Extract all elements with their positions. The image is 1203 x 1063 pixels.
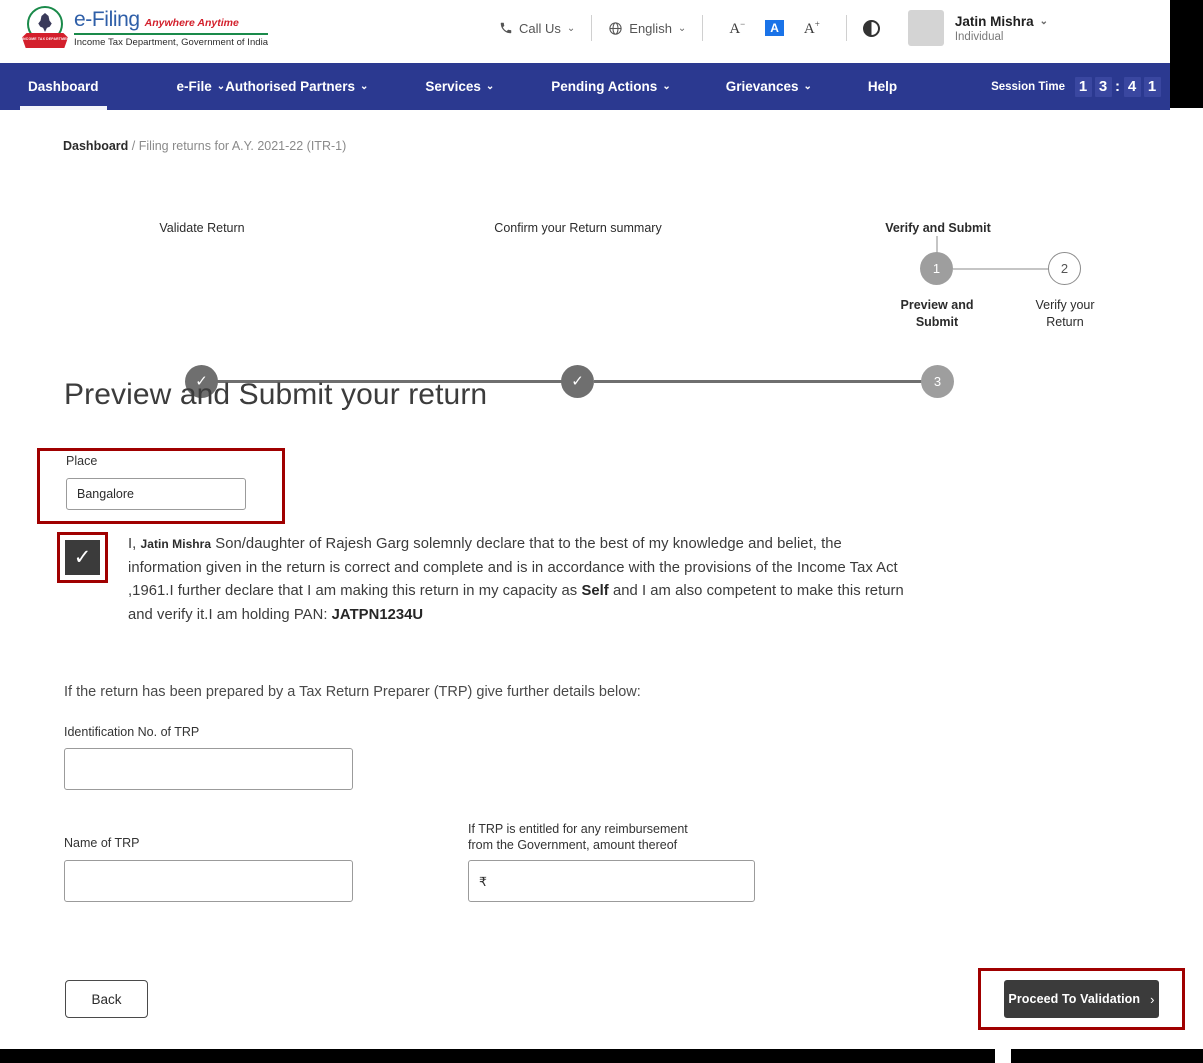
stepper-label-validate-return: Validate Return — [102, 220, 302, 237]
brand-title: e-Filing — [74, 8, 140, 32]
stepper-label-preview-submit: Preview and Submit — [867, 297, 1007, 331]
check-icon: ✓ — [74, 547, 92, 568]
font-size-controls: A− A A+ — [719, 19, 830, 38]
header-divider — [846, 15, 847, 41]
brand-text: e-Filing Anywhere Anytime Income Tax Dep… — [74, 8, 268, 48]
header-divider — [702, 15, 703, 41]
chevron-down-icon: ⌄ — [1040, 16, 1048, 27]
stepper-number: 3 — [934, 374, 941, 389]
stepper-label-verify-submit: Verify and Submit — [838, 220, 1038, 237]
stepper-circle-confirm-summary[interactable]: ✓ — [561, 365, 594, 398]
declaration-text: I, Jatin Mishra Son/daughter of Rajesh G… — [128, 533, 918, 627]
stepper-circle-verify-submit[interactable]: 3 — [921, 365, 954, 398]
stepper-connector — [594, 380, 922, 383]
declaration-checkbox[interactable]: ✓ — [65, 540, 100, 575]
brand-tagline: Anywhere Anytime — [145, 17, 239, 29]
language-menu[interactable]: English ⌄ — [608, 21, 686, 36]
chevron-right-icon: › — [1150, 992, 1154, 1007]
session-timer-label: Session Time — [991, 81, 1065, 93]
trp-name-input[interactable] — [64, 860, 353, 902]
chevron-down-icon: ⌄ — [486, 81, 494, 92]
stepper-circle-verify-return[interactable]: 2 — [1048, 252, 1081, 285]
breadcrumb: Dashboard / Filing returns for A.Y. 2021… — [63, 139, 346, 153]
chevron-down-icon: ⌄ — [662, 81, 670, 92]
font-decrease-button[interactable]: A− — [729, 19, 745, 38]
font-increase-button[interactable]: A+ — [804, 19, 820, 38]
header-utilities: Call Us ⌄ English ⌄ A− A A+ — [499, 10, 1048, 46]
chevron-down-icon: ⌄ — [567, 23, 575, 34]
chevron-down-icon: ⌄ — [217, 81, 225, 92]
call-us-label: Call Us — [519, 21, 561, 36]
main-navigation: Dashboard e-File⌄ Authorised Partners⌄ S… — [0, 63, 1170, 110]
check-icon: ✓ — [571, 374, 584, 389]
trp-reimbursement-label: If TRP is entitled for any reimbursement… — [468, 821, 758, 853]
page-title: Preview and Submit your return — [64, 378, 487, 412]
place-input[interactable] — [66, 478, 246, 510]
nav-item-pending-actions[interactable]: Pending Actions⌄ — [551, 63, 670, 110]
declarant-name: Jatin Mishra — [141, 537, 212, 551]
stepper-label-verify-return: Verify your Return — [995, 297, 1135, 331]
page-root: INCOME TAX DEPARTMENT e-Filing Anywhere … — [0, 0, 1170, 1063]
declaration-capacity: Self — [581, 583, 608, 599]
india-emblem-icon: INCOME TAX DEPARTMENT — [22, 5, 68, 51]
trp-id-input[interactable] — [64, 748, 353, 790]
nav-item-authorised-partners[interactable]: Authorised Partners⌄ — [225, 63, 368, 110]
chevron-down-icon: ⌄ — [360, 81, 368, 92]
stepper-circle-preview-submit[interactable]: 1 — [920, 252, 953, 285]
nav-item-dashboard[interactable]: Dashboard — [28, 63, 99, 110]
call-us-menu[interactable]: Call Us ⌄ — [499, 21, 575, 36]
session-digit: 4 — [1124, 77, 1141, 97]
stepper-number: 2 — [1061, 261, 1068, 276]
font-normal-button[interactable]: A — [765, 20, 784, 36]
declaration-prefix: I, — [128, 536, 136, 552]
stepper-number: 1 — [933, 261, 940, 276]
screenshot-edge-right — [1170, 0, 1203, 108]
chevron-down-icon: ⌄ — [804, 81, 812, 92]
breadcrumb-separator: / — [132, 139, 135, 153]
proceed-to-validation-button[interactable]: Proceed To Validation › — [1004, 980, 1159, 1018]
user-name-wrap: Jatin Mishra ⌄ — [955, 14, 1048, 29]
back-button[interactable]: Back — [65, 980, 148, 1018]
contrast-toggle-button[interactable] — [863, 20, 880, 37]
nav-item-e-file[interactable]: e-File⌄ — [177, 63, 226, 110]
breadcrumb-root-link[interactable]: Dashboard — [63, 139, 128, 153]
brand-logo[interactable]: INCOME TAX DEPARTMENT e-Filing Anywhere … — [22, 5, 268, 51]
screenshot-edge-bottom-left — [0, 1049, 995, 1063]
trp-id-label: Identification No. of TRP — [64, 725, 199, 739]
contrast-icon — [863, 20, 880, 37]
breadcrumb-current: Filing returns for A.Y. 2021-22 (ITR-1) — [139, 139, 347, 153]
screenshot-edge-bottom-right — [1011, 1049, 1203, 1063]
nav-item-help[interactable]: Help — [868, 63, 897, 110]
progress-stepper: ✓ ✓ 3 Validate Return Confirm your Retur… — [0, 180, 1170, 340]
header-divider — [591, 15, 592, 41]
trp-intro-text: If the return has been prepared by a Tax… — [64, 684, 641, 700]
proceed-label: Proceed To Validation — [1008, 992, 1140, 1006]
user-name: Jatin Mishra — [955, 14, 1034, 29]
declaration-pan: JATPN1234U — [332, 607, 424, 623]
session-timer: Session Time 1 3 : 4 1 — [991, 77, 1162, 97]
emblem-ribbon-label: INCOME TAX DEPARTMENT — [22, 36, 68, 42]
user-menu[interactable]: Jatin Mishra ⌄ Individual — [908, 10, 1048, 46]
session-digit: 1 — [1144, 77, 1161, 97]
trp-reimbursement-input[interactable] — [468, 860, 755, 902]
avatar — [908, 10, 944, 46]
site-header: INCOME TAX DEPARTMENT e-Filing Anywhere … — [0, 0, 1170, 56]
stepper-label-confirm-summary: Confirm your Return summary — [478, 220, 678, 237]
user-role: Individual — [955, 31, 1048, 43]
session-digit: 3 — [1095, 77, 1112, 97]
language-label: English — [629, 21, 672, 36]
globe-icon — [608, 21, 623, 36]
session-colon: : — [1115, 78, 1120, 95]
session-digit: 1 — [1075, 77, 1092, 97]
nav-item-grievances[interactable]: Grievances⌄ — [726, 63, 812, 110]
trp-name-label: Name of TRP — [64, 836, 140, 850]
phone-icon — [499, 21, 513, 35]
brand-subtitle: Income Tax Department, Government of Ind… — [74, 37, 268, 48]
nav-item-services[interactable]: Services⌄ — [425, 63, 494, 110]
place-label: Place — [66, 454, 97, 468]
chevron-down-icon: ⌄ — [678, 23, 686, 34]
